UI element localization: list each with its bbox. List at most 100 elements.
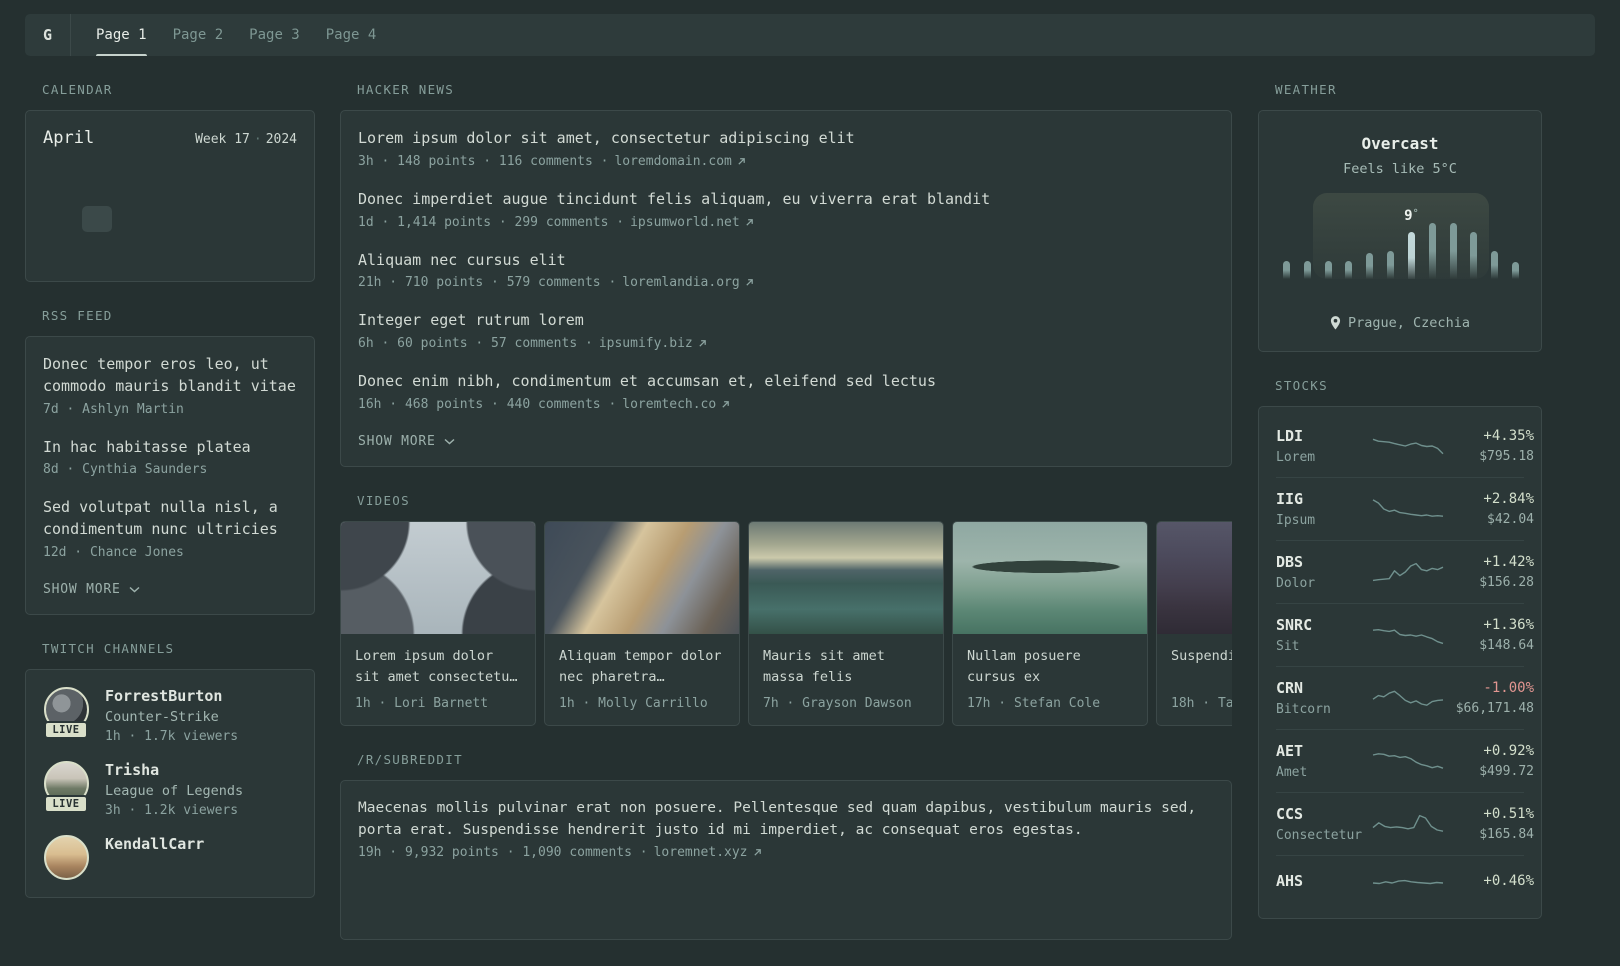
stocks-section: STOCKS LDI Lorem +4.35% $795.18 IIG Ipsu… [1258, 378, 1542, 919]
hackernews-item-domain-link[interactable]: loremlandia.org [622, 275, 753, 290]
weather-location: Prague, Czechia [1276, 315, 1524, 331]
stock-row[interactable]: AET Amet +0.92% $499.72 [1276, 729, 1534, 792]
hackernews-item-domain-link[interactable]: ipsumworld.net [630, 215, 754, 230]
calendar-day [188, 174, 224, 200]
twitch-channel-info: KendallCarr [105, 835, 204, 880]
video-thumbnail[interactable] [1157, 521, 1232, 634]
hackernews-item: Donec enim nibh, condimentum et accumsan… [358, 371, 1214, 412]
rss-show-more-button[interactable]: SHOW MORE [43, 582, 140, 597]
calendar-day [43, 206, 79, 232]
weather-bar-slot [1276, 193, 1297, 279]
subreddit-post-title[interactable]: Maecenas mollis pulvinar erat non posuer… [358, 798, 1214, 842]
nav-tab[interactable]: Page 4 [313, 14, 390, 56]
twitch-channel-row[interactable]: LIVE ForrestBurton Counter-Strike 1h · 1… [43, 686, 297, 744]
twitch-channel-game: Counter-Strike [105, 708, 219, 725]
nav-tabs: Page 1 Page 2 Page 3 Page 4 [71, 14, 401, 56]
calendar-day [116, 174, 152, 200]
avatar [43, 834, 89, 880]
subreddit-post-stats: 19h · 9,932 points · 1,090 comments · [358, 845, 648, 861]
rss-item-title[interactable]: Sed volutpat nulla nisl, a condimentum n… [43, 497, 297, 541]
stock-row[interactable]: CRN Bitcorn -1.00% $66,171.48 [1276, 666, 1534, 729]
hackernews-show-more-button[interactable]: SHOW MORE [358, 434, 455, 449]
hackernews-item-domain-link[interactable]: loremtech.co [622, 397, 730, 412]
weather-card: Overcast Feels like 5°C 9° Prague, Czech… [1258, 110, 1542, 352]
hackernews-item-title[interactable]: Lorem ipsum dolor sit amet, consectetur … [358, 128, 1214, 150]
stock-price: $156.28 [1479, 575, 1534, 590]
twitch-channel-row[interactable]: KendallCarr [43, 834, 297, 880]
hackernews-item-domain-link[interactable]: loremdomain.com [614, 154, 745, 169]
sparkline-chart [1372, 499, 1444, 517]
location-pin-icon [1330, 316, 1341, 330]
stock-row[interactable]: SNRC Sit +1.36% $148.64 [1276, 603, 1534, 666]
stock-row[interactable]: LDI Lorem +4.35% $795.18 [1276, 415, 1534, 477]
stock-info: CRN Bitcorn [1276, 679, 1370, 717]
twitch-header: TWITCH CHANNELS [42, 640, 175, 656]
video-title[interactable]: Nullam posuere cursus ex [967, 646, 1133, 688]
stock-info: DBS Dolor [1276, 553, 1370, 591]
weather-bar-slot [1443, 193, 1464, 279]
stock-info: AET Amet [1276, 742, 1370, 780]
subreddit-post-domain-link[interactable]: loremnet.xyz [654, 845, 762, 860]
twitch-channel-row[interactable]: LIVE Trisha League of Legends 3h · 1.2k … [43, 760, 297, 818]
video-title[interactable]: Lorem ipsum dolor sit amet consectetu… [355, 646, 521, 688]
external-link-icon [753, 848, 762, 857]
nav-tab[interactable]: Page 1 [83, 14, 160, 56]
nav-tab-label: Page 2 [172, 27, 224, 43]
rss-item-title[interactable]: In hac habitasse platea [43, 437, 297, 459]
stock-values: -1.00% $66,171.48 [1446, 680, 1534, 716]
stock-row[interactable]: IIG Ipsum +2.84% $42.04 [1276, 477, 1534, 540]
video-thumbnail[interactable] [953, 521, 1147, 634]
hackernews-item: Lorem ipsum dolor sit amet, consectetur … [358, 128, 1214, 169]
twitch-channel-name[interactable]: Trisha [105, 761, 243, 779]
video-card[interactable]: Nullam posuere cursus ex 17h · Stefan Co… [952, 520, 1148, 726]
twitch-channel-name[interactable]: ForrestBurton [105, 687, 238, 705]
video-card[interactable]: Lorem ipsum dolor sit amet consectetu… 1… [340, 520, 536, 726]
stock-change: +0.46% [1483, 872, 1534, 889]
video-thumbnail[interactable] [545, 521, 739, 634]
rss-item-meta: 7d · Ashlyn Martin [43, 401, 184, 417]
stock-price: $66,171.48 [1455, 701, 1534, 716]
stock-row[interactable]: DBS Dolor +1.42% $156.28 [1276, 540, 1534, 603]
video-thumbnail[interactable] [341, 521, 535, 634]
nav-tab[interactable]: Page 2 [160, 14, 237, 56]
hackernews-item-domain-link[interactable]: ipsumify.biz [599, 336, 707, 351]
stock-values: +1.42% $156.28 [1446, 554, 1534, 590]
calendar-day [261, 206, 297, 232]
video-card[interactable]: Aliquam tempor dolor nec pharetra… 1h · … [544, 520, 740, 726]
video-card[interactable]: Suspendisse diam 18h · Tara [1156, 520, 1232, 726]
hackernews-item-title[interactable]: Integer eget rutrum lorem [358, 310, 1214, 332]
hackernews-item-stats: 21h · 710 points · 579 comments · [358, 275, 617, 291]
stock-row[interactable]: AHS +0.46% [1276, 855, 1534, 910]
weather-chart-bars [1276, 193, 1526, 279]
stock-row[interactable]: CCS Consectetur +0.51% $165.84 [1276, 792, 1534, 855]
hackernews-item-stats: 3h · 148 points · 116 comments · [358, 153, 609, 169]
weather-bar-slot [1484, 193, 1505, 279]
stock-info: SNRC Sit [1276, 616, 1370, 654]
calendar-grid [43, 174, 297, 264]
stock-symbol: AET [1276, 742, 1304, 760]
hackernews-item-stats: 6h · 60 points · 57 comments · [358, 336, 593, 351]
rss-item: In hac habitasse platea 8d · Cynthia Sau… [43, 437, 297, 478]
stock-values: +0.46% [1446, 873, 1534, 894]
weather-bar-slot [1359, 193, 1380, 279]
twitch-channel-name[interactable]: KendallCarr [105, 835, 204, 853]
hackernews-item-title[interactable]: Donec enim nibh, condimentum et accumsan… [358, 371, 1214, 393]
video-thumbnail[interactable] [749, 521, 943, 634]
subreddit-post-meta: 19h · 9,932 points · 1,090 comments · lo… [358, 845, 1214, 860]
video-title[interactable]: Aliquam tempor dolor nec pharetra… [559, 646, 725, 688]
rss-item-title[interactable]: Donec tempor eros leo, ut commodo mauris… [43, 354, 297, 398]
app-logo[interactable]: G [25, 14, 71, 56]
weather-bar [1470, 232, 1478, 279]
video-card[interactable]: Mauris sit amet massa felis 7h · Grayson… [748, 520, 944, 726]
stock-price: $42.04 [1487, 512, 1534, 527]
hackernews-item-title[interactable]: Aliquam nec cursus elit [358, 250, 1214, 272]
hackernews-item-title[interactable]: Donec imperdiet augue tincidunt felis al… [358, 189, 1214, 211]
sparkline-chart [1372, 438, 1444, 455]
stock-price: $499.72 [1479, 764, 1534, 779]
twitch-channel-info: Trisha League of Legends 3h · 1.2k viewe… [105, 761, 243, 818]
stock-change: +4.35% [1483, 428, 1534, 444]
stock-symbol: LDI [1276, 427, 1304, 445]
nav-tab[interactable]: Page 3 [236, 14, 313, 56]
video-title[interactable]: Mauris sit amet massa felis [763, 646, 929, 688]
video-title[interactable]: Suspendisse diam [1171, 646, 1232, 688]
